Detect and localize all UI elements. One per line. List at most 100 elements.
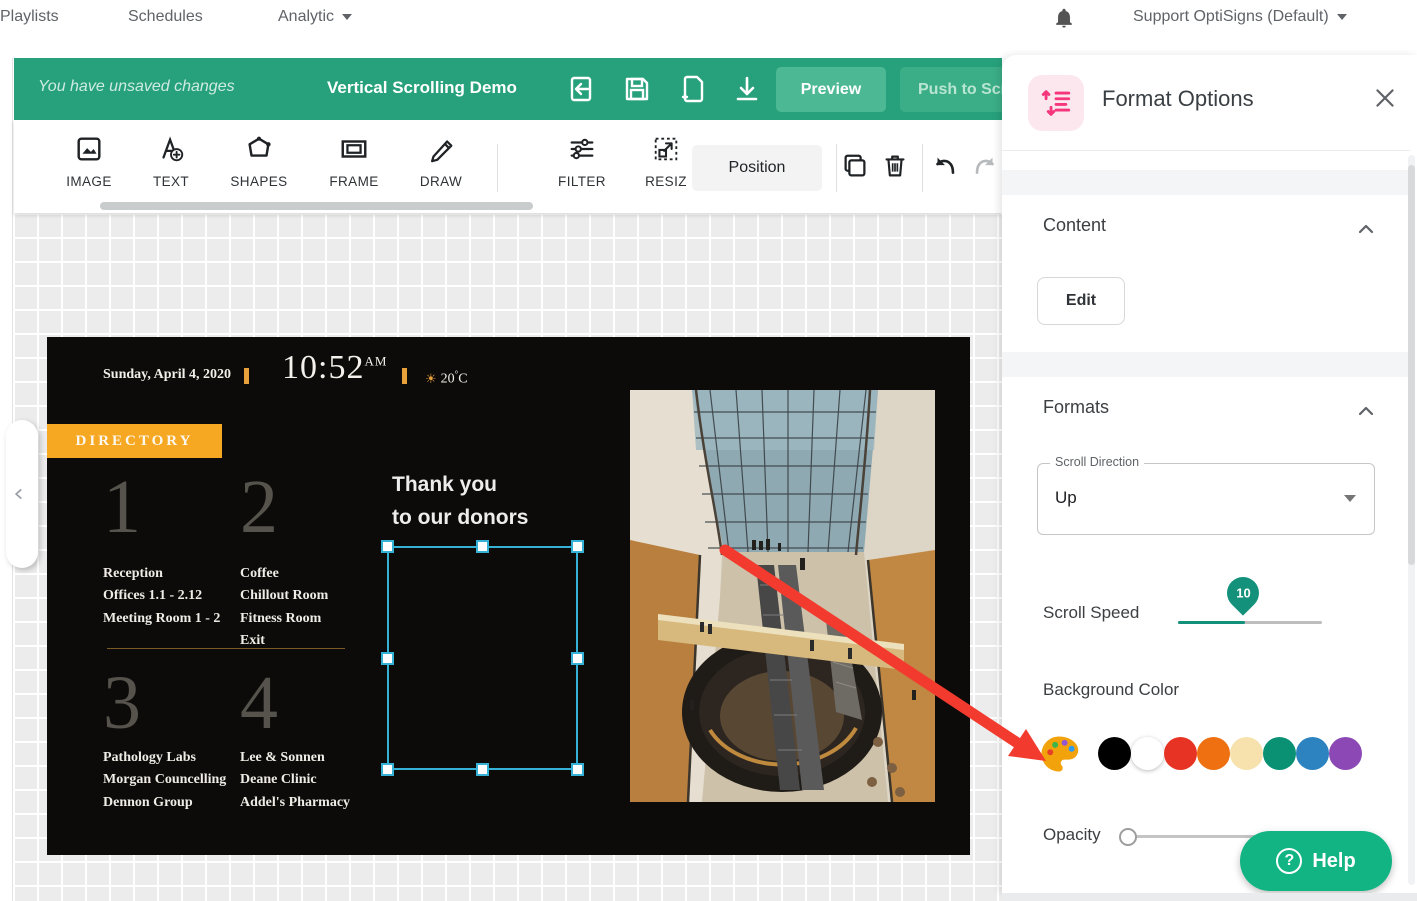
resize-icon bbox=[651, 134, 681, 164]
section-number: 4 bbox=[240, 665, 278, 741]
pencil-icon bbox=[426, 134, 456, 164]
save-button[interactable] bbox=[621, 73, 653, 105]
tool-text[interactable]: TEXT bbox=[131, 134, 211, 189]
image-icon bbox=[74, 134, 104, 164]
redo-button[interactable] bbox=[970, 151, 1000, 181]
download-button[interactable] bbox=[731, 73, 763, 105]
tool-shapes[interactable]: SHAPES bbox=[219, 134, 299, 189]
tool-image[interactable]: IMAGE bbox=[49, 134, 129, 189]
chevron-up-icon bbox=[1354, 399, 1378, 423]
copy-button[interactable] bbox=[840, 151, 870, 181]
scroll-format-icon bbox=[1039, 86, 1073, 120]
meridiem: AM bbox=[364, 354, 387, 369]
text-icon bbox=[156, 134, 186, 164]
import-icon bbox=[566, 73, 598, 105]
scroll-direction-label: Scroll Direction bbox=[1050, 455, 1144, 469]
canvas-date: Sunday, April 4, 2020 bbox=[103, 367, 231, 383]
document-title: Vertical Scrolling Demo bbox=[327, 78, 517, 98]
duplicate-page-icon bbox=[676, 73, 708, 105]
canvas-clock: 10:52AM bbox=[282, 349, 387, 387]
directory-section-list: Coffee Chillout Room Fitness Room Exit bbox=[240, 565, 328, 655]
toolbar-divider bbox=[836, 144, 837, 192]
color-swatch-orange[interactable] bbox=[1197, 737, 1230, 770]
color-swatch-purple[interactable] bbox=[1329, 737, 1362, 770]
scroll-speed-value: 10 bbox=[1236, 586, 1250, 601]
separator-bar bbox=[402, 368, 407, 384]
resize-handle-se[interactable] bbox=[571, 763, 584, 776]
close-icon bbox=[1372, 85, 1398, 111]
duplicate-button[interactable] bbox=[676, 73, 708, 105]
tool-draw[interactable]: DRAW bbox=[401, 134, 481, 189]
color-swatch-blue[interactable] bbox=[1296, 737, 1329, 770]
custom-color-picker[interactable] bbox=[1038, 733, 1080, 775]
shapes-icon bbox=[244, 134, 274, 164]
top-nav: Playlists Schedules Analytic Support Opt… bbox=[0, 0, 1417, 58]
color-swatch-teal[interactable] bbox=[1263, 737, 1296, 770]
selected-element[interactable] bbox=[387, 546, 578, 770]
download-icon bbox=[731, 73, 763, 105]
palette-icon bbox=[1038, 733, 1080, 775]
signage-canvas[interactable]: Sunday, April 4, 2020 10:52AM ☀20°C DIRE… bbox=[47, 337, 970, 855]
tool-filter[interactable]: FILTER bbox=[542, 134, 622, 189]
nav-item-playlists[interactable]: Playlists bbox=[0, 8, 59, 26]
preview-button[interactable]: Preview bbox=[776, 67, 886, 112]
trash-icon bbox=[880, 151, 910, 181]
opacity-slider-thumb[interactable] bbox=[1119, 828, 1137, 846]
toolbar-divider bbox=[922, 144, 923, 192]
resize-handle-sw[interactable] bbox=[381, 763, 394, 776]
scroll-speed-thumb[interactable]: 10 bbox=[1220, 570, 1265, 615]
copy-icon bbox=[840, 151, 870, 181]
scroll-direction-select[interactable]: Scroll Direction Up bbox=[1037, 463, 1375, 535]
close-panel-button[interactable] bbox=[1372, 85, 1398, 111]
nav-item-schedules[interactable]: Schedules bbox=[128, 8, 203, 26]
resize-handle-ne[interactable] bbox=[571, 540, 584, 553]
color-swatch-red[interactable] bbox=[1164, 737, 1197, 770]
chevron-down-icon bbox=[342, 14, 352, 20]
tool-frame[interactable]: FRAME bbox=[314, 134, 394, 189]
section-number: 2 bbox=[240, 469, 278, 545]
color-swatch-black[interactable] bbox=[1098, 737, 1131, 770]
sun-icon: ☀ bbox=[425, 371, 437, 386]
color-swatch-white[interactable] bbox=[1131, 737, 1164, 770]
resize-handle-e[interactable] bbox=[571, 652, 584, 665]
nav-item-analytic[interactable]: Analytic bbox=[278, 8, 352, 26]
position-button[interactable]: Position bbox=[692, 145, 822, 191]
delete-button[interactable] bbox=[880, 151, 910, 181]
section-divider bbox=[1002, 170, 1410, 195]
chevron-up-icon bbox=[1354, 217, 1378, 241]
collapse-content-button[interactable] bbox=[1354, 217, 1378, 241]
section-number: 3 bbox=[103, 665, 141, 741]
notifications-bell[interactable] bbox=[1053, 6, 1075, 35]
open-file-button[interactable] bbox=[566, 73, 598, 105]
resize-handle-n[interactable] bbox=[476, 540, 489, 553]
help-button[interactable]: ? Help bbox=[1240, 831, 1392, 891]
page-bottom-strip bbox=[1002, 893, 1417, 901]
tools-toolbar: IMAGE TEXT SHAPES FRAME DRAW FILTER RESI… bbox=[14, 120, 1002, 213]
collapse-drawer-handle[interactable] bbox=[6, 420, 38, 568]
scroll-speed-slider-fill bbox=[1178, 621, 1245, 624]
undo-icon bbox=[930, 151, 960, 181]
panel-title: Format Options bbox=[1102, 86, 1254, 112]
section-number: 1 bbox=[103, 469, 141, 545]
format-options-panel: Format Options Content Edit Formats Scro… bbox=[1002, 55, 1417, 893]
unsaved-changes-notice: You have unsaved changes bbox=[38, 78, 235, 96]
scroll-direction-value: Up bbox=[1055, 488, 1077, 508]
resize-handle-s[interactable] bbox=[476, 763, 489, 776]
panel-scrollbar bbox=[1408, 155, 1415, 885]
collapse-formats-button[interactable] bbox=[1354, 399, 1378, 423]
account-menu[interactable]: Support OptiSigns (Default) bbox=[1133, 8, 1347, 26]
resize-handle-nw[interactable] bbox=[381, 540, 394, 553]
resize-handle-w[interactable] bbox=[381, 652, 394, 665]
divider bbox=[1002, 150, 1410, 151]
section-divider bbox=[1002, 352, 1410, 377]
directory-section-list: Pathology Labs Morgan Councelling Dennon… bbox=[103, 749, 226, 816]
frame-icon bbox=[339, 134, 369, 164]
edit-content-button[interactable]: Edit bbox=[1037, 277, 1125, 325]
formats-section-label: Formats bbox=[1043, 397, 1109, 418]
color-swatch-cream[interactable] bbox=[1230, 737, 1263, 770]
panel-scrollbar-thumb[interactable] bbox=[1408, 165, 1415, 565]
undo-button[interactable] bbox=[930, 151, 960, 181]
canvas-weather: ☀20°C bbox=[425, 369, 468, 388]
atrium-photo[interactable] bbox=[630, 390, 935, 802]
toolbar-horizontal-scrollbar[interactable] bbox=[100, 202, 533, 210]
